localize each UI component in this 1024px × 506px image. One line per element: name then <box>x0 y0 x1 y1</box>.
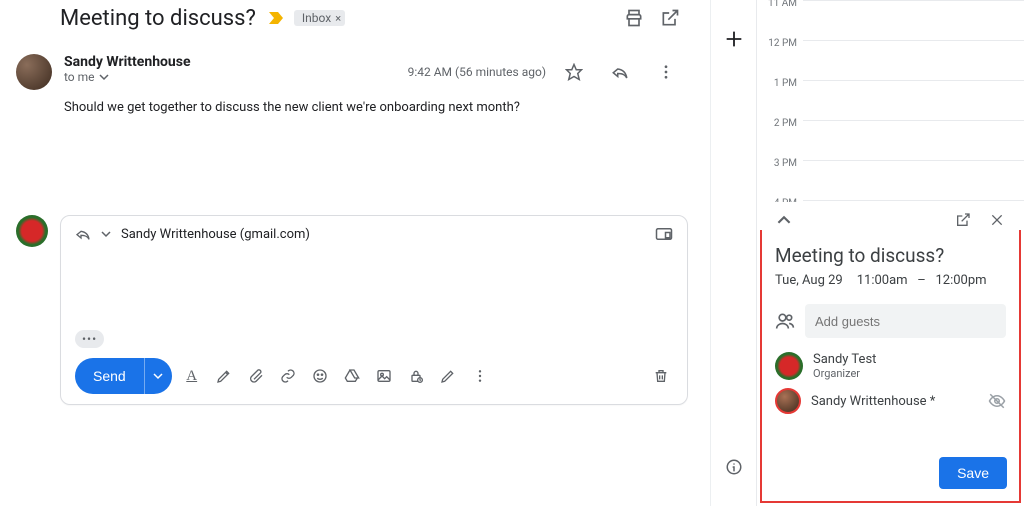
chevron-down-icon <box>99 72 109 82</box>
reply-body-editable[interactable] <box>75 242 673 328</box>
print-button[interactable] <box>616 0 652 36</box>
discard-draft-button[interactable] <box>649 364 673 388</box>
event-edit-card: Meeting to discuss? Tue, Aug 29 11:00am … <box>760 230 1021 503</box>
guest-item[interactable]: Sandy Writtenhouse * <box>775 388 1006 414</box>
hour-label: 1 PM <box>757 78 803 89</box>
collapse-event-icon[interactable] <box>770 206 798 234</box>
event-datetime[interactable]: Tue, Aug 29 11:00am – 12:00pm <box>775 273 1006 288</box>
hour-line <box>803 40 1024 41</box>
email-subject: Meeting to discuss? <box>60 6 256 31</box>
send-button[interactable]: Send <box>75 358 144 394</box>
reply-header: Sandy Writtenhouse (gmail.com) <box>75 226 673 242</box>
insert-photo-icon[interactable] <box>372 364 396 388</box>
my-avatar[interactable] <box>16 215 48 247</box>
subject-row: Meeting to discuss? Inbox × <box>16 0 688 46</box>
guest-name: Sandy Writtenhouse * <box>811 394 935 409</box>
hour-line <box>803 160 1024 161</box>
calendar-side-panel: 11 AM 12 PM 1 PM 2 PM 3 PM 4 PM Meeting … <box>756 0 1024 506</box>
open-event-in-new-icon[interactable] <box>949 206 977 234</box>
guest-item-organizer[interactable]: Sandy Test Organizer <box>775 352 1006 380</box>
hour-line <box>803 0 1024 1</box>
popout-reply-icon[interactable] <box>655 227 673 241</box>
guest-avatar <box>775 388 801 414</box>
label-chip-inbox[interactable]: Inbox × <box>294 10 345 26</box>
to-line-text: to me <box>64 70 95 84</box>
guests-icon <box>775 311 795 331</box>
format-text-icon[interactable]: A <box>180 364 204 388</box>
guest-name: Sandy Test <box>813 352 876 367</box>
message-actions: 9:42 AM (56 minutes ago) <box>408 54 684 90</box>
attach-file-icon[interactable] <box>244 364 268 388</box>
reply-toolbar: Send A <box>75 348 673 394</box>
hour-line <box>803 120 1024 121</box>
hour-label: 2 PM <box>757 118 803 129</box>
hour-line <box>803 80 1024 81</box>
insert-emoji-icon[interactable] <box>308 364 332 388</box>
more-button[interactable] <box>648 54 684 90</box>
reply-recipient[interactable]: Sandy Writtenhouse (gmail.com) <box>121 227 310 242</box>
event-start-time: 11:00am <box>857 273 908 288</box>
reply-card: Sandy Writtenhouse (gmail.com) ••• Send … <box>60 215 688 405</box>
important-marker-icon[interactable] <box>268 11 284 25</box>
event-title[interactable]: Meeting to discuss? <box>775 244 1006 267</box>
reply-type-icon[interactable] <box>75 226 91 242</box>
close-event-icon[interactable] <box>983 206 1011 234</box>
help-me-write-icon[interactable] <box>212 364 236 388</box>
guests-row <box>775 304 1006 338</box>
reply-type-dropdown-icon[interactable] <box>101 229 111 239</box>
hour-line <box>803 200 1024 201</box>
signature-icon[interactable] <box>436 364 460 388</box>
hour-label: 11 AM <box>757 0 803 9</box>
add-to-tasks-button[interactable] <box>723 28 745 50</box>
message-timestamp: 9:42 AM (56 minutes ago) <box>408 65 546 79</box>
add-guests-input[interactable] <box>805 304 1006 338</box>
guest-role: Organizer <box>813 367 876 380</box>
show-trimmed-button[interactable]: ••• <box>75 330 104 348</box>
reply-button[interactable] <box>602 54 638 90</box>
send-options-button[interactable] <box>144 358 172 394</box>
insert-drive-icon[interactable] <box>340 364 364 388</box>
label-chip-remove-icon[interactable]: × <box>335 12 341 25</box>
email-pane: Meeting to discuss? Inbox × Sandy Writte… <box>0 0 710 506</box>
message-header: Sandy Writtenhouse to me 9:42 AM (56 min… <box>16 46 688 94</box>
confidential-mode-icon[interactable] <box>404 364 428 388</box>
event-date: Tue, Aug 29 <box>775 273 843 288</box>
sender-name: Sandy Writtenhouse <box>64 54 408 70</box>
details-info-icon[interactable] <box>725 458 743 476</box>
side-divider <box>710 0 756 506</box>
guest-visibility-icon[interactable] <box>988 392 1006 410</box>
message-meta: Sandy Writtenhouse to me <box>64 54 408 90</box>
to-line[interactable]: to me <box>64 70 408 84</box>
reply-section: Sandy Writtenhouse (gmail.com) ••• Send … <box>16 215 688 417</box>
open-in-new-button[interactable] <box>652 0 688 36</box>
sender-avatar[interactable] <box>16 54 52 90</box>
hour-label: 3 PM <box>757 158 803 169</box>
hour-label: 12 PM <box>757 38 803 49</box>
more-options-icon[interactable] <box>468 364 492 388</box>
label-chip-text: Inbox <box>302 11 331 25</box>
event-end-time: 12:00pm <box>935 273 986 288</box>
star-button[interactable] <box>556 54 592 90</box>
message-body: Should we get together to discuss the ne… <box>16 94 688 115</box>
save-event-button[interactable]: Save <box>939 457 1007 489</box>
insert-link-icon[interactable] <box>276 364 300 388</box>
event-toolbar <box>770 206 1011 234</box>
guest-avatar <box>775 352 803 380</box>
event-time-separator: – <box>917 273 926 288</box>
